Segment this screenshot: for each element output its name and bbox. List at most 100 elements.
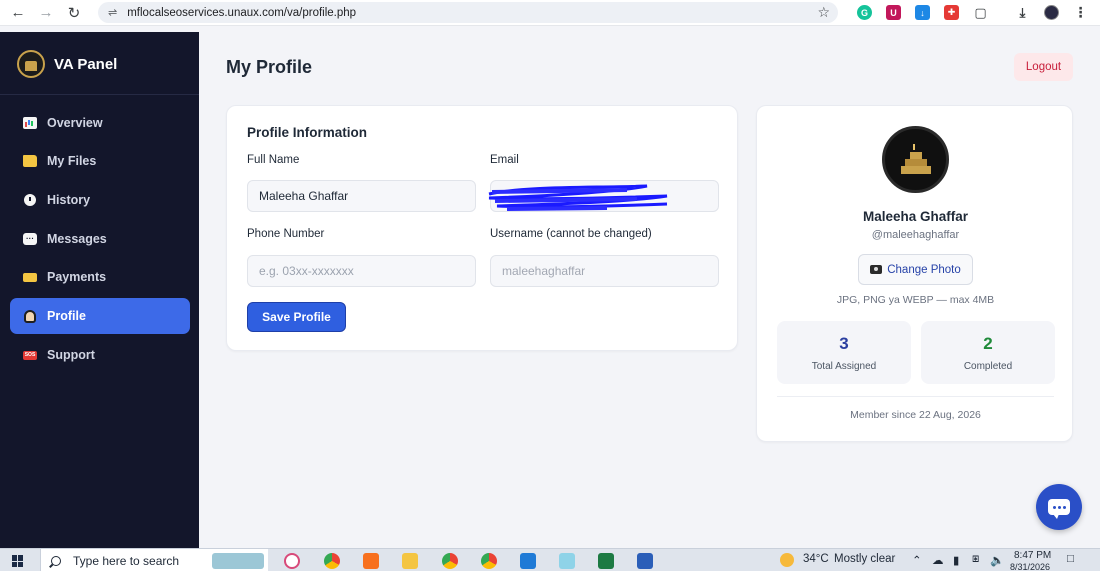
- clock-icon: [24, 194, 36, 206]
- weather-icon: [780, 553, 794, 567]
- profile-information-card: Profile Information Full Name Email Phon…: [226, 105, 738, 351]
- url-text: mflocalseoservices.unaux.com/va/profile.…: [127, 6, 357, 19]
- volume-icon[interactable]: 🔈: [990, 553, 1004, 567]
- wifi-icon[interactable]: ⧆: [972, 553, 979, 566]
- brand-logo-icon: [17, 50, 45, 78]
- back-icon[interactable]: ←: [4, 1, 32, 25]
- sidebar-item-my-files[interactable]: My Files: [10, 143, 190, 179]
- sidebar-item-payments[interactable]: Payments: [10, 259, 190, 295]
- section-title: Profile Information: [247, 125, 368, 140]
- username-label: Username (cannot be changed): [490, 228, 652, 240]
- sidebar-item-label: History: [47, 193, 91, 207]
- tray-chevron-up-icon[interactable]: ⌃: [912, 553, 922, 567]
- username-input: [490, 255, 719, 287]
- chat-button[interactable]: [1036, 484, 1082, 530]
- search-icon: [51, 555, 61, 566]
- brand-title: VA Panel: [54, 55, 118, 73]
- chrome-active-icon[interactable]: [481, 553, 497, 569]
- xampp-icon[interactable]: [363, 553, 379, 569]
- photo-format-hint: JPG, PNG ya WEBP — max 4MB: [836, 294, 995, 306]
- sidebar-item-label: Messages: [47, 232, 107, 246]
- stat-value: 3: [839, 334, 849, 353]
- sidebar-item-label: Profile: [47, 309, 86, 323]
- excel-icon[interactable]: [598, 553, 614, 569]
- phone-input[interactable]: [247, 255, 476, 287]
- full-name-label: Full Name: [247, 154, 300, 166]
- profile-name: Maleeha Ghaffar: [862, 209, 969, 224]
- page-title: My Profile: [226, 57, 313, 77]
- message-icon: ···: [23, 233, 37, 245]
- chrome-profile-icon[interactable]: [442, 553, 458, 569]
- windows-start-icon[interactable]: [12, 555, 24, 567]
- chat-bubble-icon: [1048, 499, 1070, 519]
- profile-summary-card: Maleeha Ghaffar @maleehaghaffar Change P…: [756, 105, 1073, 442]
- widgets-icon[interactable]: [212, 553, 264, 569]
- brand[interactable]: VA Panel: [17, 50, 117, 78]
- notification-icon[interactable]: □: [1067, 553, 1074, 565]
- cloud-sync-icon[interactable]: ☁: [932, 553, 944, 567]
- weather-desc: Mostly clear: [834, 553, 896, 565]
- sidebar-item-label: Payments: [47, 270, 107, 284]
- sidebar: VA Panel Overview My Files History ··· M…: [0, 32, 199, 548]
- reload-icon[interactable]: ↻: [60, 1, 88, 25]
- save-profile-button[interactable]: Save Profile: [247, 302, 346, 332]
- extensions-puzzle-icon[interactable]: ▢: [973, 5, 988, 20]
- card-icon: [23, 272, 37, 282]
- stat-total-assigned: 3 Total Assigned: [777, 321, 911, 384]
- site-settings-icon[interactable]: ⇌: [108, 6, 117, 19]
- browser-profile-avatar[interactable]: [1044, 5, 1059, 20]
- extension-red-icon[interactable]: ✚: [944, 5, 959, 20]
- sidebar-item-label: Support: [47, 348, 95, 362]
- folder-icon: [23, 155, 37, 167]
- clock-time[interactable]: 8:47 PM: [1014, 550, 1051, 561]
- app-icon[interactable]: [559, 553, 575, 569]
- sidebar-item-history[interactable]: History: [10, 182, 190, 218]
- avatar: [882, 126, 949, 193]
- file-explorer-icon[interactable]: [402, 553, 418, 569]
- taskbar-search-placeholder: Type here to search: [73, 553, 180, 568]
- email-label: Email: [490, 154, 519, 166]
- profile-username: @maleehaghaffar: [871, 229, 960, 241]
- sidebar-item-label: Overview: [47, 116, 103, 130]
- sidebar-item-overview[interactable]: Overview: [10, 105, 190, 141]
- browser-toolbar: ← → ↻ ⇌ mflocalseoservices.unaux.com/va/…: [0, 0, 1100, 26]
- change-photo-label: Change Photo: [887, 263, 961, 276]
- stat-label: Total Assigned: [811, 361, 877, 372]
- battery-icon[interactable]: ▮: [953, 553, 959, 567]
- weather-temp: 34°C: [803, 553, 829, 565]
- snipping-tool-icon[interactable]: [284, 553, 300, 569]
- sidebar-item-messages[interactable]: ··· Messages: [10, 221, 190, 257]
- logout-button[interactable]: Logout: [1014, 53, 1073, 81]
- chrome-icon[interactable]: [324, 553, 340, 569]
- phone-label: Phone Number: [247, 228, 325, 240]
- email-input[interactable]: [490, 180, 719, 212]
- taskbar: Type here to search 34°C Mostly clear ⌃ …: [0, 548, 1100, 571]
- extension-grammarly-icon[interactable]: G: [857, 5, 872, 20]
- stat-value: 2: [983, 334, 993, 353]
- clock-date[interactable]: 8/31/2026: [1010, 562, 1050, 571]
- downloads-icon[interactable]: ⤓: [1015, 5, 1030, 20]
- change-photo-button[interactable]: Change Photo: [858, 254, 973, 285]
- word-icon[interactable]: [637, 553, 653, 569]
- sidebar-item-profile[interactable]: Profile: [10, 298, 190, 334]
- user-icon: [24, 309, 36, 323]
- bookmark-star-icon[interactable]: ☆: [817, 4, 830, 21]
- browser-menu-icon[interactable]: ⋮: [1073, 4, 1088, 20]
- cake-logo-icon: [900, 143, 931, 174]
- chart-icon: [23, 117, 37, 129]
- forward-icon[interactable]: →: [32, 1, 60, 25]
- sidebar-divider: [0, 94, 199, 95]
- stat-label: Completed: [963, 361, 1013, 372]
- card-divider: [777, 396, 1054, 397]
- address-bar[interactable]: ⇌ mflocalseoservices.unaux.com/va/profil…: [98, 2, 838, 23]
- extension-shield-icon[interactable]: U: [886, 5, 901, 20]
- camera-icon: [870, 265, 883, 274]
- sidebar-item-label: My Files: [47, 154, 97, 168]
- extension-download-icon[interactable]: ↓: [915, 5, 930, 20]
- stat-completed: 2 Completed: [921, 321, 1055, 384]
- full-name-input[interactable]: [247, 180, 476, 212]
- vscode-icon[interactable]: [520, 553, 536, 569]
- sos-icon: SOS: [23, 350, 37, 360]
- sidebar-item-support[interactable]: SOS Support: [10, 337, 190, 373]
- member-since: Member since 22 Aug, 2026: [850, 409, 981, 421]
